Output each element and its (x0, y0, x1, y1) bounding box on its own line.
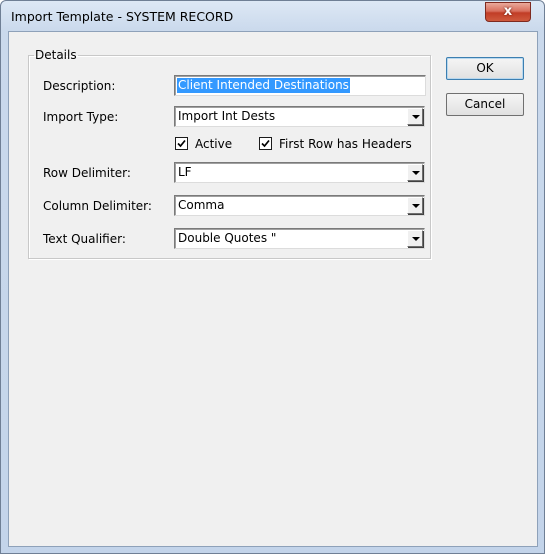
details-group: Details Description: Client Intended Des… (28, 48, 431, 259)
details-legend: Details (35, 48, 77, 62)
description-value: Client Intended Destinations (177, 78, 350, 93)
import-type-select[interactable]: Import Int Dests (174, 106, 425, 127)
row-delimiter-select[interactable]: LF (174, 162, 425, 183)
dialog-window: Import Template - SYSTEM RECORD x Detail… (0, 0, 545, 554)
first-row-headers-checkbox[interactable] (259, 137, 272, 150)
column-delimiter-value: Comma (178, 198, 225, 212)
checkmark-icon (261, 139, 270, 148)
checkmark-icon (177, 139, 186, 148)
title-bar[interactable]: Import Template - SYSTEM RECORD x (1, 1, 544, 31)
ok-button[interactable]: OK (446, 57, 524, 80)
column-delimiter-select[interactable]: Comma (174, 195, 425, 216)
column-delimiter-label: Column Delimiter: (43, 199, 152, 213)
row-delimiter-value: LF (178, 165, 192, 179)
import-type-label: Import Type: (43, 110, 119, 124)
active-checkbox[interactable] (175, 137, 188, 150)
chevron-down-icon[interactable] (407, 108, 423, 125)
close-button[interactable]: x (485, 2, 531, 22)
first-row-headers-label[interactable]: First Row has Headers (279, 137, 412, 151)
text-qualifier-value: Double Quotes " (178, 231, 277, 245)
description-input[interactable]: Client Intended Destinations (174, 75, 426, 96)
chevron-down-icon[interactable] (407, 197, 423, 214)
cancel-button[interactable]: Cancel (446, 93, 524, 116)
text-qualifier-select[interactable]: Double Quotes " (174, 228, 425, 249)
row-delimiter-label: Row Delimiter: (43, 166, 131, 180)
window-title: Import Template - SYSTEM RECORD (11, 9, 234, 24)
text-qualifier-label: Text Qualifier: (43, 232, 126, 246)
close-icon: x (503, 4, 513, 19)
active-label[interactable]: Active (195, 137, 232, 151)
chevron-down-icon[interactable] (407, 230, 423, 247)
import-type-value: Import Int Dests (178, 109, 276, 123)
dialog-client-area: Details Description: Client Intended Des… (8, 31, 538, 547)
chevron-down-icon[interactable] (407, 164, 423, 181)
description-label: Description: (43, 79, 116, 93)
